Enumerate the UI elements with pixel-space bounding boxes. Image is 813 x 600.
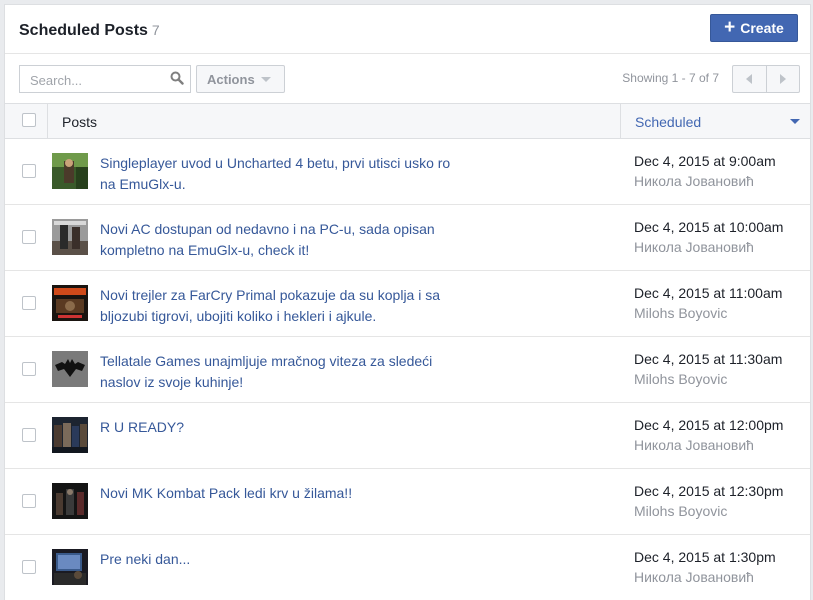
table-row[interactable]: Novi AC dostupan od nedavno i na PC-u, s… — [5, 205, 810, 271]
post-author: Никола Јовановић — [634, 437, 754, 453]
post-link[interactable]: Tellatale Games unajmljuje mračnog vitez… — [100, 351, 460, 393]
post-author: Никола Јовановић — [634, 239, 754, 255]
post-thumbnail[interactable] — [52, 153, 88, 189]
row-checkbox[interactable] — [22, 296, 36, 310]
prev-page-button[interactable] — [733, 66, 767, 92]
post-author: Никола Јовановић — [634, 173, 754, 189]
select-all-checkbox[interactable] — [22, 113, 36, 127]
table-row[interactable]: R U READY? Dec 4, 2015 at 12:00pm Никола… — [5, 403, 810, 469]
table-header: Posts Scheduled — [5, 104, 810, 139]
row-checkbox[interactable] — [22, 494, 36, 508]
post-thumbnail[interactable] — [52, 219, 88, 255]
post-thumbnail[interactable] — [52, 549, 88, 585]
post-thumbnail[interactable] — [52, 351, 88, 387]
scheduled-time: Dec 4, 2015 at 10:00am — [634, 219, 784, 235]
table-row[interactable]: Singleplayer uvod u Uncharted 4 betu, pr… — [5, 139, 810, 205]
post-author: Milohs Boyovic — [634, 503, 728, 519]
toolbar: Actions Showing 1 - 7 of 7 — [5, 54, 810, 104]
post-list: Singleplayer uvod u Uncharted 4 betu, pr… — [5, 139, 810, 600]
chevron-right-icon — [779, 74, 786, 84]
row-checkbox[interactable] — [22, 362, 36, 376]
search-icon[interactable] — [170, 71, 184, 85]
post-thumbnail[interactable] — [52, 417, 88, 453]
scheduled-time: Dec 4, 2015 at 9:00am — [634, 153, 776, 169]
chevron-down-icon — [260, 76, 271, 82]
scheduled-time: Dec 4, 2015 at 11:30am — [634, 351, 783, 367]
actions-label: Actions — [207, 71, 255, 87]
pagination-status: Showing 1 - 7 of 7 — [622, 71, 719, 85]
row-checkbox[interactable] — [22, 164, 36, 178]
post-author: Никола Јовановић — [634, 569, 754, 585]
table-row[interactable]: Pre neki dan... Dec 4, 2015 at 1:30pm Ни… — [5, 535, 810, 600]
post-count: 7 — [151, 22, 160, 38]
create-button[interactable]: + Create — [710, 14, 798, 42]
plus-icon: + — [724, 17, 736, 38]
scheduled-time: Dec 4, 2015 at 12:00pm — [634, 417, 784, 433]
scheduled-column-header[interactable]: Scheduled — [620, 104, 810, 138]
post-author: Milohs Boyovic — [634, 371, 728, 387]
create-label: Create — [740, 20, 784, 36]
scheduled-time: Dec 4, 2015 at 11:00am — [634, 285, 783, 301]
post-link[interactable]: Novi MK Kombat Pack ledi krv u žilama!! — [100, 483, 460, 504]
pager — [732, 65, 800, 93]
post-link[interactable]: Pre neki dan... — [100, 549, 460, 570]
next-page-button[interactable] — [767, 66, 800, 92]
search-input[interactable] — [28, 67, 172, 93]
row-checkbox[interactable] — [22, 560, 36, 574]
scheduled-time: Dec 4, 2015 at 1:30pm — [634, 549, 776, 565]
scheduled-time: Dec 4, 2015 at 12:30pm — [634, 483, 784, 499]
table-row[interactable]: Tellatale Games unajmljuje mračnog vitez… — [5, 337, 810, 403]
post-link[interactable]: Singleplayer uvod u Uncharted 4 betu, pr… — [100, 153, 460, 195]
table-row[interactable]: Novi MK Kombat Pack ledi krv u žilama!! … — [5, 469, 810, 535]
row-checkbox[interactable] — [22, 230, 36, 244]
page-title-text: Scheduled Posts — [19, 22, 148, 39]
post-link[interactable]: R U READY? — [100, 417, 460, 438]
row-checkbox[interactable] — [22, 428, 36, 442]
search-box — [19, 65, 191, 93]
scheduled-posts-panel: Scheduled Posts7 + Create Actions Showin… — [4, 4, 811, 600]
panel-header: Scheduled Posts 7 + Create — [5, 5, 810, 54]
post-link[interactable]: Novi trejler za FarCry Primal pokazuje d… — [100, 285, 460, 327]
post-thumbnail[interactable] — [52, 483, 88, 519]
scheduled-column-label: Scheduled — [635, 114, 702, 130]
posts-column-header: Posts — [62, 114, 98, 130]
table-row[interactable]: Novi trejler za FarCry Primal pokazuje d… — [5, 271, 810, 337]
page-title: Scheduled Posts 7 — [19, 22, 160, 40]
post-author: Milohs Boyovic — [634, 305, 728, 321]
select-all-cell — [5, 104, 48, 138]
actions-dropdown[interactable]: Actions — [196, 65, 285, 93]
post-thumbnail[interactable] — [52, 285, 88, 321]
chevron-left-icon — [746, 74, 753, 84]
sort-descending-icon — [790, 119, 800, 124]
post-link[interactable]: Novi AC dostupan od nedavno i na PC-u, s… — [100, 219, 460, 261]
